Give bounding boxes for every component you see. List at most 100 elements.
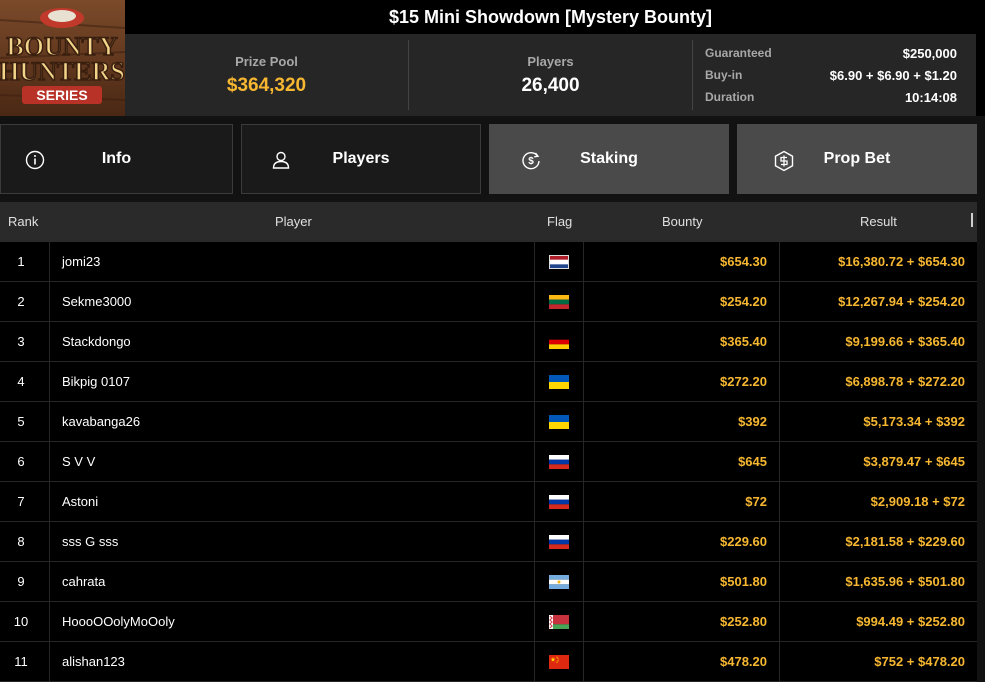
svg-text:SERIES: SERIES bbox=[36, 87, 87, 103]
svg-text:$: $ bbox=[528, 156, 534, 167]
flag-cell bbox=[535, 282, 583, 321]
rank-cell: 2 bbox=[17, 294, 25, 309]
prize-pool-value: $364,320 bbox=[226, 74, 307, 96]
result-value: $994.49 + $252.80 bbox=[856, 614, 965, 629]
column-header-player[interactable]: Player bbox=[275, 202, 312, 242]
cell-divider bbox=[49, 562, 50, 601]
result-value: $12,267.94 + $254.20 bbox=[838, 294, 965, 309]
result-value: $752 + $478.20 bbox=[874, 654, 965, 669]
rank-cell: 1 bbox=[17, 254, 25, 269]
table-row[interactable]: 10 HoooOOolyMoOoly $252.80 $994.49 + $25… bbox=[0, 602, 977, 642]
russia-flag-icon bbox=[549, 454, 569, 469]
tournament-header: BOUNTY HUNTERS SERIES $15 Mini Showdown … bbox=[0, 0, 985, 116]
result-value: $3,879.47 + $645 bbox=[863, 454, 965, 469]
rank-cell: 4 bbox=[17, 374, 25, 389]
detail-label: Buy-in bbox=[705, 68, 743, 82]
players-value: 26,400 bbox=[521, 74, 580, 96]
argentina-flag-icon bbox=[549, 574, 569, 589]
cell-divider bbox=[779, 482, 780, 521]
bounty-hunters-logo: BOUNTY HUNTERS SERIES bbox=[0, 0, 125, 116]
cell-divider bbox=[49, 642, 50, 681]
detail-value: 10:14:08 bbox=[904, 89, 957, 105]
scrollbar[interactable] bbox=[971, 213, 973, 227]
flag-cell bbox=[535, 602, 583, 641]
detail-value: $250,000 bbox=[902, 45, 957, 61]
table-row[interactable]: 11 alishan123 $478.20 $752 + $478.20 bbox=[0, 642, 977, 682]
title-bar: $15 Mini Showdown [Mystery Bounty] bbox=[125, 0, 976, 34]
bounty-value: $654.30 bbox=[720, 254, 767, 269]
table-row[interactable]: 9 cahrata $501.80 $1,635.96 + $501.80 bbox=[0, 562, 977, 602]
column-header-result[interactable]: Result bbox=[860, 202, 897, 242]
detail-label: Duration bbox=[705, 90, 755, 104]
bounty-value: $501.80 bbox=[720, 574, 767, 589]
player-name: alishan123 bbox=[62, 654, 125, 669]
table-row[interactable]: 6 S V V $645 $3,879.47 + $645 bbox=[0, 442, 977, 482]
table-row[interactable]: 5 kavabanga26 $392 $5,173.34 + $392 bbox=[0, 402, 977, 442]
column-header-rank[interactable]: Rank bbox=[8, 202, 38, 242]
player-name: cahrata bbox=[62, 574, 106, 589]
detail-buy-in: Buy-in $6.90 + $6.90 + $1.20 bbox=[705, 64, 957, 86]
tab-prop-bet[interactable]: Prop Bet bbox=[737, 124, 977, 194]
cell-divider bbox=[779, 602, 780, 641]
table-row[interactable]: 7 Astoni $72 $2,909.18 + $72 bbox=[0, 482, 977, 522]
column-header-bounty[interactable]: Bounty bbox=[662, 202, 702, 242]
cell-divider bbox=[779, 402, 780, 441]
results-table-header: Rank Player Flag Bounty Result bbox=[0, 202, 977, 242]
cell-divider bbox=[779, 442, 780, 481]
result-value: $1,635.96 + $501.80 bbox=[845, 574, 965, 589]
table-row[interactable]: 2 Sekme3000 $254.20 $12,267.94 + $254.20 bbox=[0, 282, 977, 322]
detail-label: Guaranteed bbox=[705, 46, 772, 60]
rank-cell: 3 bbox=[17, 334, 25, 349]
player-name: kavabanga26 bbox=[62, 414, 141, 429]
tab-players[interactable]: Players bbox=[241, 124, 481, 194]
tournament-title: $15 Mini Showdown [Mystery Bounty] bbox=[388, 6, 713, 27]
tab-info[interactable]: Info bbox=[0, 124, 233, 194]
result-value: $2,181.58 + $229.60 bbox=[845, 534, 965, 549]
rank-cell: 11 bbox=[14, 654, 28, 669]
players-label: Players bbox=[527, 53, 574, 69]
table-row[interactable]: 1 jomi23 $654.30 $16,380.72 + $654.30 bbox=[0, 242, 977, 282]
cell-divider bbox=[779, 362, 780, 401]
detail-guaranteed: Guaranteed $250,000 bbox=[705, 42, 957, 64]
bounty-value: $365.40 bbox=[720, 334, 767, 349]
player-name: Bikpig 0107 bbox=[62, 374, 130, 389]
column-header-flag[interactable]: Flag bbox=[547, 202, 572, 242]
detail-duration: Duration 10:14:08 bbox=[705, 86, 957, 108]
table-row[interactable]: 4 Bikpig 0107 $272.20 $6,898.78 + $272.2… bbox=[0, 362, 977, 402]
bounty-value: $72 bbox=[745, 494, 767, 509]
table-row[interactable]: 8 sss G sss $229.60 $2,181.58 + $229.60 bbox=[0, 522, 977, 562]
rank-cell: 7 bbox=[17, 494, 25, 509]
flag-cell bbox=[535, 242, 583, 281]
cell-divider bbox=[49, 322, 50, 361]
cell-divider bbox=[49, 482, 50, 521]
cell-divider bbox=[49, 402, 50, 441]
header-edge bbox=[976, 0, 985, 116]
table-row[interactable]: 3 Stackdongo $365.40 $9,199.66 + $365.40 bbox=[0, 322, 977, 362]
russia-flag-icon bbox=[549, 534, 569, 549]
belarus-flag-icon bbox=[549, 614, 569, 629]
player-name: jomi23 bbox=[62, 254, 101, 269]
rank-cell: 8 bbox=[17, 534, 25, 549]
player-name: S V V bbox=[62, 454, 96, 469]
cell-divider bbox=[49, 242, 50, 281]
bounty-value: $272.20 bbox=[720, 374, 767, 389]
rank-cell: 9 bbox=[17, 574, 25, 589]
russia-flag-icon bbox=[549, 494, 569, 509]
dollar-cycle-icon: $ bbox=[522, 152, 540, 170]
tab-staking[interactable]: $ Staking bbox=[489, 124, 729, 194]
bounty-value: $229.60 bbox=[720, 534, 767, 549]
detail-value: $6.90 + $6.90 + $1.20 bbox=[829, 67, 957, 83]
result-value: $2,909.18 + $72 bbox=[870, 494, 965, 509]
ukraine-flag-icon bbox=[549, 374, 569, 389]
flag-cell bbox=[535, 322, 583, 361]
cell-divider bbox=[49, 362, 50, 401]
rank-cell: 6 bbox=[17, 454, 25, 469]
stats-panel: Prize Pool $364,320 Players 26,400 Guara… bbox=[125, 34, 976, 116]
divider bbox=[692, 40, 693, 110]
results-table-body: 1 jomi23 $654.30 $16,380.72 + $654.30 2 … bbox=[0, 242, 977, 682]
prize-pool-stat: Prize Pool $364,320 bbox=[125, 34, 408, 116]
player-name: sss G sss bbox=[62, 534, 119, 549]
cell-divider bbox=[779, 282, 780, 321]
flag-cell bbox=[535, 482, 583, 521]
cell-divider bbox=[779, 522, 780, 561]
